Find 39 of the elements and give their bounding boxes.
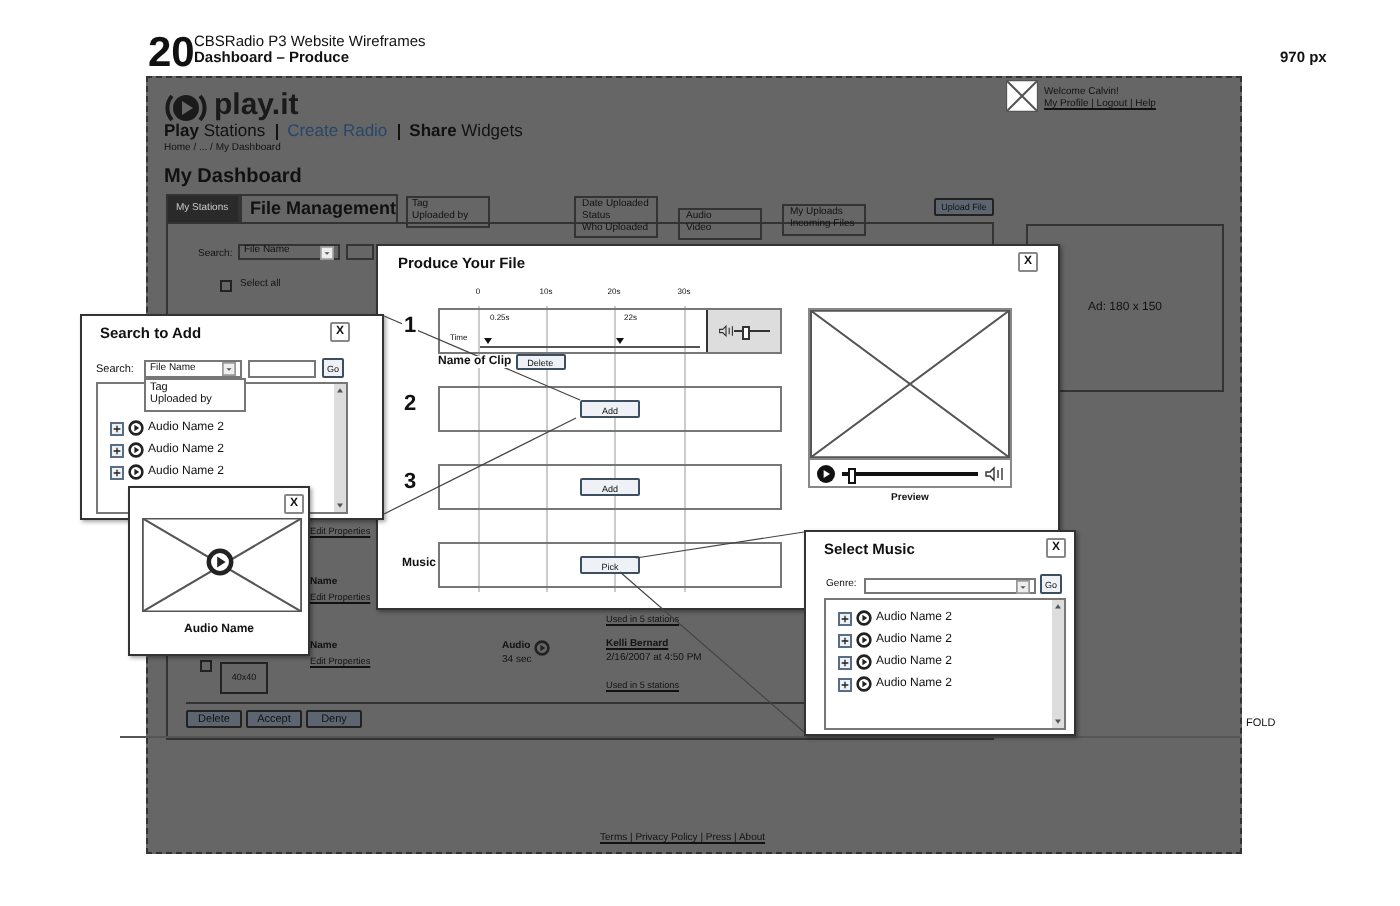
add-button[interactable] [110,421,124,435]
page-number: 20 [148,30,195,79]
add-button[interactable] [838,611,852,625]
add-button[interactable] [110,443,124,457]
page-heading: My Dashboard [164,166,302,189]
dropdown-arrow-icon[interactable] [320,245,334,259]
play-icon[interactable] [206,548,234,576]
time-range-slider[interactable] [480,338,700,348]
play-icon[interactable] [128,442,144,458]
volume-icon[interactable] [718,324,734,338]
play-icon[interactable] [856,654,872,670]
add-button[interactable] [838,677,852,691]
scrollbar[interactable] [334,384,346,512]
volume-slider[interactable] [734,325,770,337]
search-field[interactable] [248,360,316,378]
checkbox[interactable] [220,280,232,292]
seek-slider[interactable] [842,467,978,479]
nav-link[interactable]: Create Radio [287,122,388,142]
play-icon[interactable] [816,463,836,483]
play-icon[interactable] [856,610,872,626]
logo-text[interactable]: play.it [214,88,299,123]
range-handle[interactable] [484,338,493,344]
scrollbar[interactable] [1052,600,1064,728]
tab[interactable]: File Management [240,194,398,222]
range-handle[interactable] [616,338,625,344]
add-button[interactable] [838,655,852,669]
nav-link[interactable]: Share Widgets [409,122,523,142]
play-icon[interactable] [128,464,144,480]
checkbox[interactable] [200,660,212,672]
nav-link[interactable]: Play Stations [164,122,266,142]
genre-select[interactable] [864,578,1036,594]
play-icon[interactable] [128,420,144,436]
add-button[interactable] [838,633,852,647]
search-field[interactable] [346,244,374,260]
play-icon[interactable] [856,632,872,648]
avatar-placeholder [1006,80,1038,112]
volume-icon[interactable] [984,465,1004,481]
add-button[interactable] [110,465,124,479]
play-icon[interactable] [856,676,872,692]
